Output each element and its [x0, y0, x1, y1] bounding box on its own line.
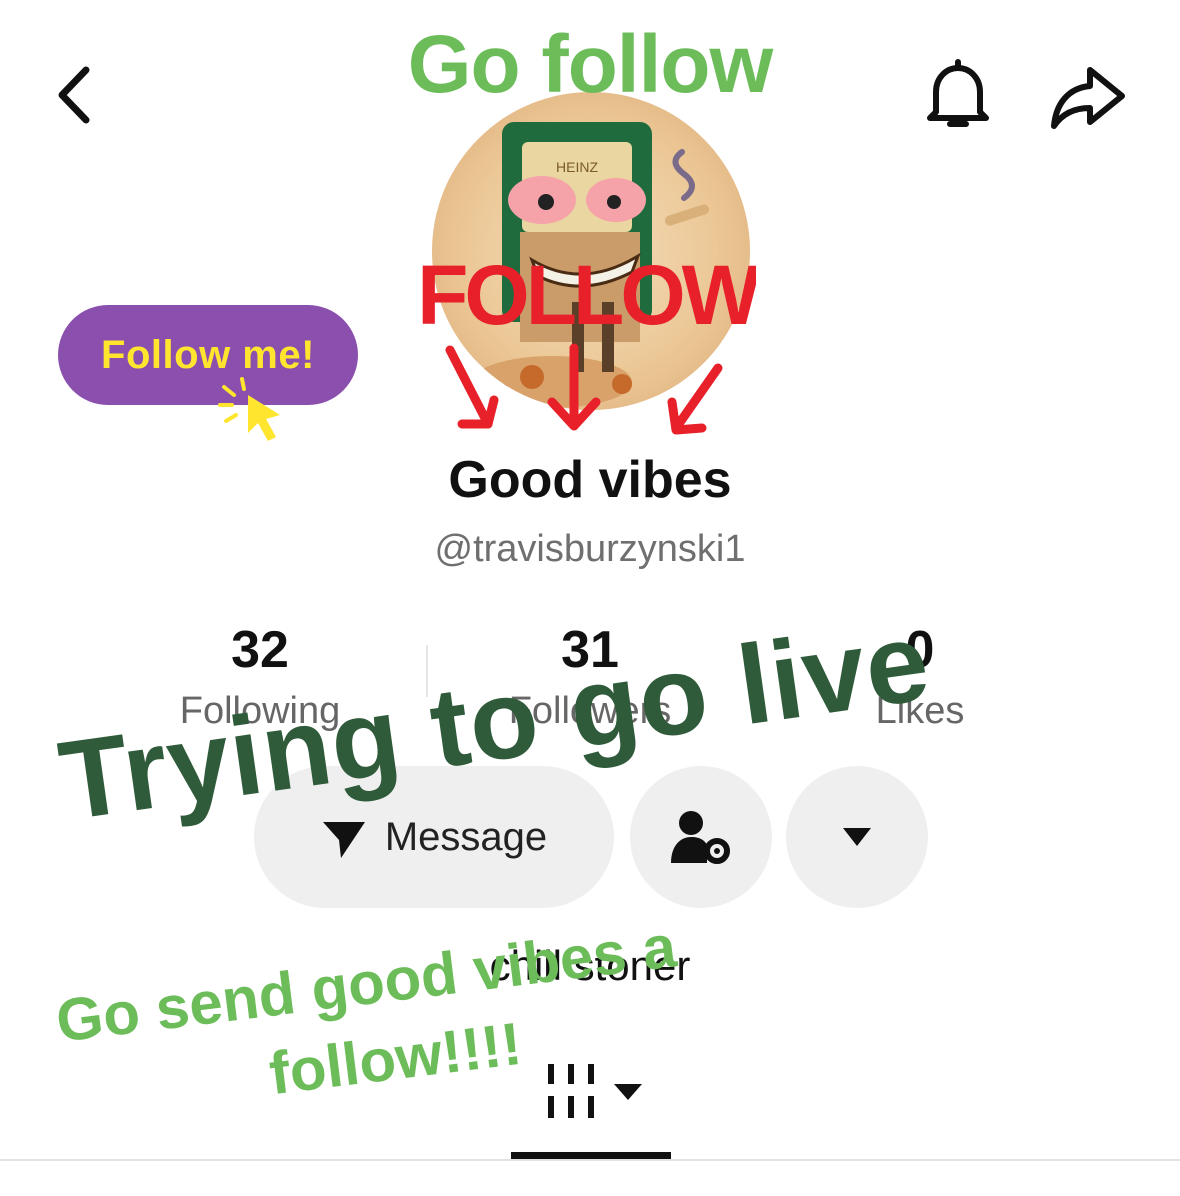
tap-cursor-icon: [218, 377, 280, 441]
follow-scribble: FOLLOW: [417, 246, 766, 342]
chevron-down-icon: [843, 828, 871, 846]
send-icon: [322, 822, 365, 858]
suggested-accounts-button[interactable]: [630, 766, 772, 908]
message-button-label: Message: [384, 814, 548, 859]
more-options-button[interactable]: [786, 766, 928, 908]
follow-scribble-text: FOLLOW: [418, 248, 756, 342]
tab-active-indicator: [511, 1152, 671, 1159]
can-brand-mark: HEINZ: [556, 159, 598, 175]
red-arrows-decoration: [445, 343, 723, 435]
profile-name: Good vibes: [448, 451, 732, 509]
stat-following-value: 32: [231, 621, 289, 679]
follow-me-badge[interactable]: Follow me!: [58, 305, 358, 405]
profile-handle: @travisburzynski1: [434, 528, 746, 570]
divider: [0, 1159, 1180, 1161]
user-settings-icon: [671, 811, 730, 864]
overlay-go-follow: Go follow: [407, 19, 773, 110]
